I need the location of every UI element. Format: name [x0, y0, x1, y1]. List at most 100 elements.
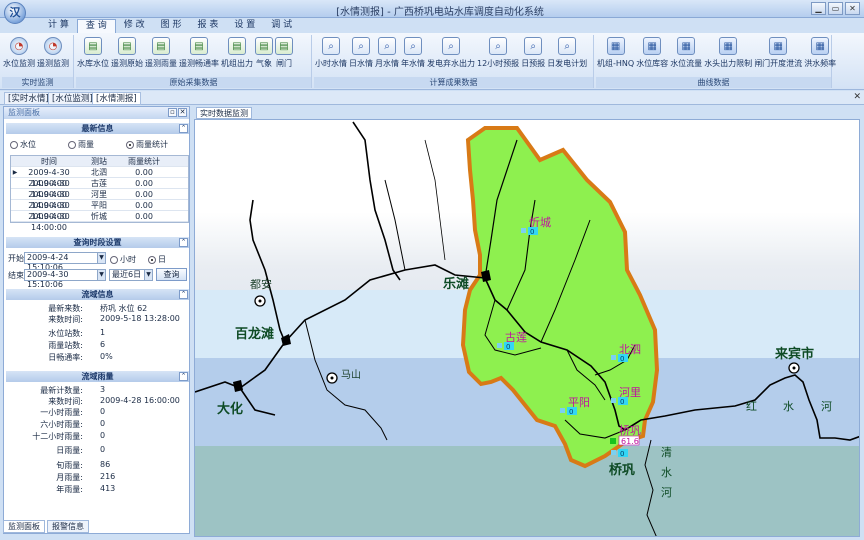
- station-value: 0: [620, 355, 624, 363]
- collapse-icon[interactable]: ⌃: [179, 238, 188, 247]
- town-marker-icon: [792, 366, 796, 370]
- tab-alarm-info[interactable]: 报警信息: [47, 520, 89, 533]
- row-indicator-icon: ▶: [12, 169, 18, 176]
- ribbon-button-telemetry-rate[interactable]: ▤ 遥测畅通率: [178, 35, 220, 75]
- app-logo-icon[interactable]: 汉: [4, 2, 26, 24]
- station-label-qiaogong: 桥巩: [619, 424, 641, 437]
- sheet-icon: ▤: [118, 37, 136, 55]
- tab-debug[interactable]: 调 试: [263, 19, 300, 33]
- ribbon-button-telemetry-monitor[interactable]: ◔ 遥测监测: [36, 35, 70, 75]
- curve-icon: ▦: [811, 37, 830, 55]
- ribbon-button-gate-discharge[interactable]: ▦ 闸门开度泄流: [753, 35, 803, 75]
- section-query[interactable]: 查询时段设置 ⌃: [6, 237, 189, 248]
- ribbon-button-head-limit[interactable]: ▦ 水头出力限制: [703, 35, 753, 75]
- ribbon-button-telemetry-rain[interactable]: ▤ 遥测雨量: [144, 35, 178, 75]
- radio-water-level[interactable]: 水位: [10, 139, 36, 150]
- collapse-icon[interactable]: ⌃: [179, 124, 188, 133]
- tab-monitor-panel[interactable]: 监测面板: [3, 520, 45, 533]
- table-row[interactable]: ▶ 2009-4-30 14:00:00 北泗 0.00: [11, 167, 188, 188]
- station-value: 0: [620, 450, 624, 458]
- radio-rain[interactable]: 雨量: [68, 139, 94, 150]
- tab-graphics[interactable]: 图 形: [153, 19, 190, 33]
- ribbon-button-yearly[interactable]: ⌕ 年水情: [400, 35, 426, 75]
- section-basin-info[interactable]: 流域信息 ⌃: [6, 289, 189, 300]
- river-label: 水: [661, 466, 672, 479]
- section-latest[interactable]: 最新信息 ⌃: [6, 123, 189, 134]
- chevron-down-icon[interactable]: ▼: [97, 253, 105, 263]
- close-icon[interactable]: ✕: [853, 92, 861, 102]
- start-date-input[interactable]: 2009-4-24 15:10:06 ▼: [24, 252, 106, 272]
- query-button[interactable]: 查询: [156, 268, 187, 281]
- curve-icon: ▦: [769, 37, 788, 55]
- search-icon: ⌕: [489, 37, 508, 55]
- curve-icon: ▦: [677, 37, 696, 55]
- ribbon-button-daily-plan[interactable]: ⌕ 日发电计划: [546, 35, 588, 75]
- radio-rain-stats[interactable]: 雨量统计: [126, 139, 168, 150]
- river-label: 河: [821, 400, 832, 413]
- group-label: 原始采集数据: [76, 77, 311, 88]
- gauge-icon: ◔: [10, 37, 28, 55]
- tab-reports[interactable]: 报 表: [190, 19, 227, 33]
- radio-day[interactable]: 日: [148, 254, 166, 265]
- curve-icon: ▦: [643, 37, 662, 55]
- ribbon-button-reservoir-level[interactable]: ▤ 水库水位: [76, 35, 110, 75]
- station-value: 0: [569, 408, 573, 416]
- station-value: 0: [620, 398, 624, 406]
- chevron-down-icon[interactable]: ▼: [97, 270, 105, 280]
- doc-tab-forecast[interactable]: [水情测报]: [92, 92, 141, 105]
- basin-map: 都安 百龙滩 大化 马山 乐滩 来宾市 桥巩 忻城 0 古莲 0 北泗 0 河里…: [194, 119, 860, 537]
- range-select[interactable]: 最近6日 ▼: [109, 269, 153, 281]
- close-button[interactable]: ✕: [845, 2, 860, 15]
- pin-icon[interactable]: ▫: [168, 108, 177, 117]
- chevron-down-icon[interactable]: ▼: [144, 270, 152, 280]
- town-marker-icon: [258, 299, 262, 303]
- tab-query[interactable]: 查 询: [76, 19, 116, 33]
- tab-calc[interactable]: 计 算: [40, 19, 77, 33]
- sheet-icon: ▤: [255, 37, 273, 55]
- doc-tab-realtime[interactable]: [实时水情]: [4, 92, 53, 105]
- collapse-icon[interactable]: ⌃: [179, 372, 188, 381]
- ribbon-button-unit-output[interactable]: ▤ 机组出力: [220, 35, 254, 75]
- maximize-button[interactable]: ▭: [828, 2, 843, 15]
- ribbon-button-flood-frequency[interactable]: ▦ 洪水频率: [803, 35, 837, 75]
- ribbon-button-telemetry-raw[interactable]: ▤ 遥测原始: [110, 35, 144, 75]
- table-row[interactable]: 2009-4-30 14:00:00 平阳 0.00: [11, 200, 188, 221]
- end-date-input[interactable]: 2009-4-30 15:10:06 ▼: [24, 269, 106, 289]
- ribbon-button-weather[interactable]: ▤ 气象: [254, 35, 274, 75]
- tab-settings[interactable]: 设 置: [226, 19, 263, 33]
- ribbon-button-level-storage[interactable]: ▦ 水位库容: [635, 35, 669, 75]
- ribbon-button-unit-hnq[interactable]: ▦ 机组-HNQ: [596, 35, 635, 75]
- town-label-duan: 都安: [250, 277, 272, 291]
- river-label: 清: [661, 446, 672, 459]
- river-label: 红: [746, 400, 757, 413]
- section-basin-rain[interactable]: 流域雨量 ⌃: [6, 371, 189, 382]
- sheet-icon: ▤: [152, 37, 170, 55]
- table-row[interactable]: 2009-4-30 14:00:00 忻城 0.00: [11, 211, 188, 232]
- ribbon-button-daily[interactable]: ⌕ 日水情: [348, 35, 374, 75]
- tab-modify[interactable]: 修 改: [116, 19, 153, 33]
- town-label-qiaogong: 桥巩: [609, 462, 635, 478]
- doc-tab-level-monitor[interactable]: [水位监测]: [48, 92, 97, 105]
- ribbon-button-gate[interactable]: ▤ 闸门: [274, 35, 294, 75]
- group-label: 曲线数据: [596, 77, 831, 88]
- radio-hour[interactable]: 小时: [110, 254, 136, 265]
- station-level: 61.6: [621, 437, 639, 446]
- ribbon-button-12h-forecast[interactable]: ⌕ 12小时预报: [476, 35, 520, 75]
- ribbon-button-level-flow[interactable]: ▦ 水位流量: [669, 35, 703, 75]
- ribbon-toolbar: ◔ 水位监测 ◔ 遥测监测 实时监测 ▤ 水库水位 ▤ 遥测原始 ▤ 遥测雨量 ▤ 遥测畅通…: [0, 33, 864, 90]
- minimize-button[interactable]: ▁: [811, 2, 826, 15]
- river-label: 河: [661, 486, 672, 499]
- map-tab[interactable]: 实时数据监测: [196, 107, 252, 119]
- ribbon-button-generation[interactable]: ⌕ 发电弃水出力: [426, 35, 476, 75]
- ribbon-button-water-level-monitor[interactable]: ◔ 水位监测: [2, 35, 36, 75]
- collapse-icon[interactable]: ⌃: [179, 290, 188, 299]
- ribbon-button-daily-forecast[interactable]: ⌕ 日预报: [520, 35, 546, 75]
- table-row[interactable]: 2009-4-30 14:00:00 河里 0.00: [11, 189, 188, 210]
- station-value: 0: [530, 228, 534, 236]
- panel-title: 监测面板: [4, 107, 189, 119]
- ribbon-button-monthly[interactable]: ⌕ 月水情: [374, 35, 400, 75]
- close-icon[interactable]: ✕: [178, 108, 187, 117]
- ribbon-button-hourly[interactable]: ⌕ 小时水情: [314, 35, 348, 75]
- table-header: 时间 测站 雨量统计: [11, 156, 188, 167]
- table-row[interactable]: 2009-4-30 14:00:00 古莲 0.00: [11, 178, 188, 199]
